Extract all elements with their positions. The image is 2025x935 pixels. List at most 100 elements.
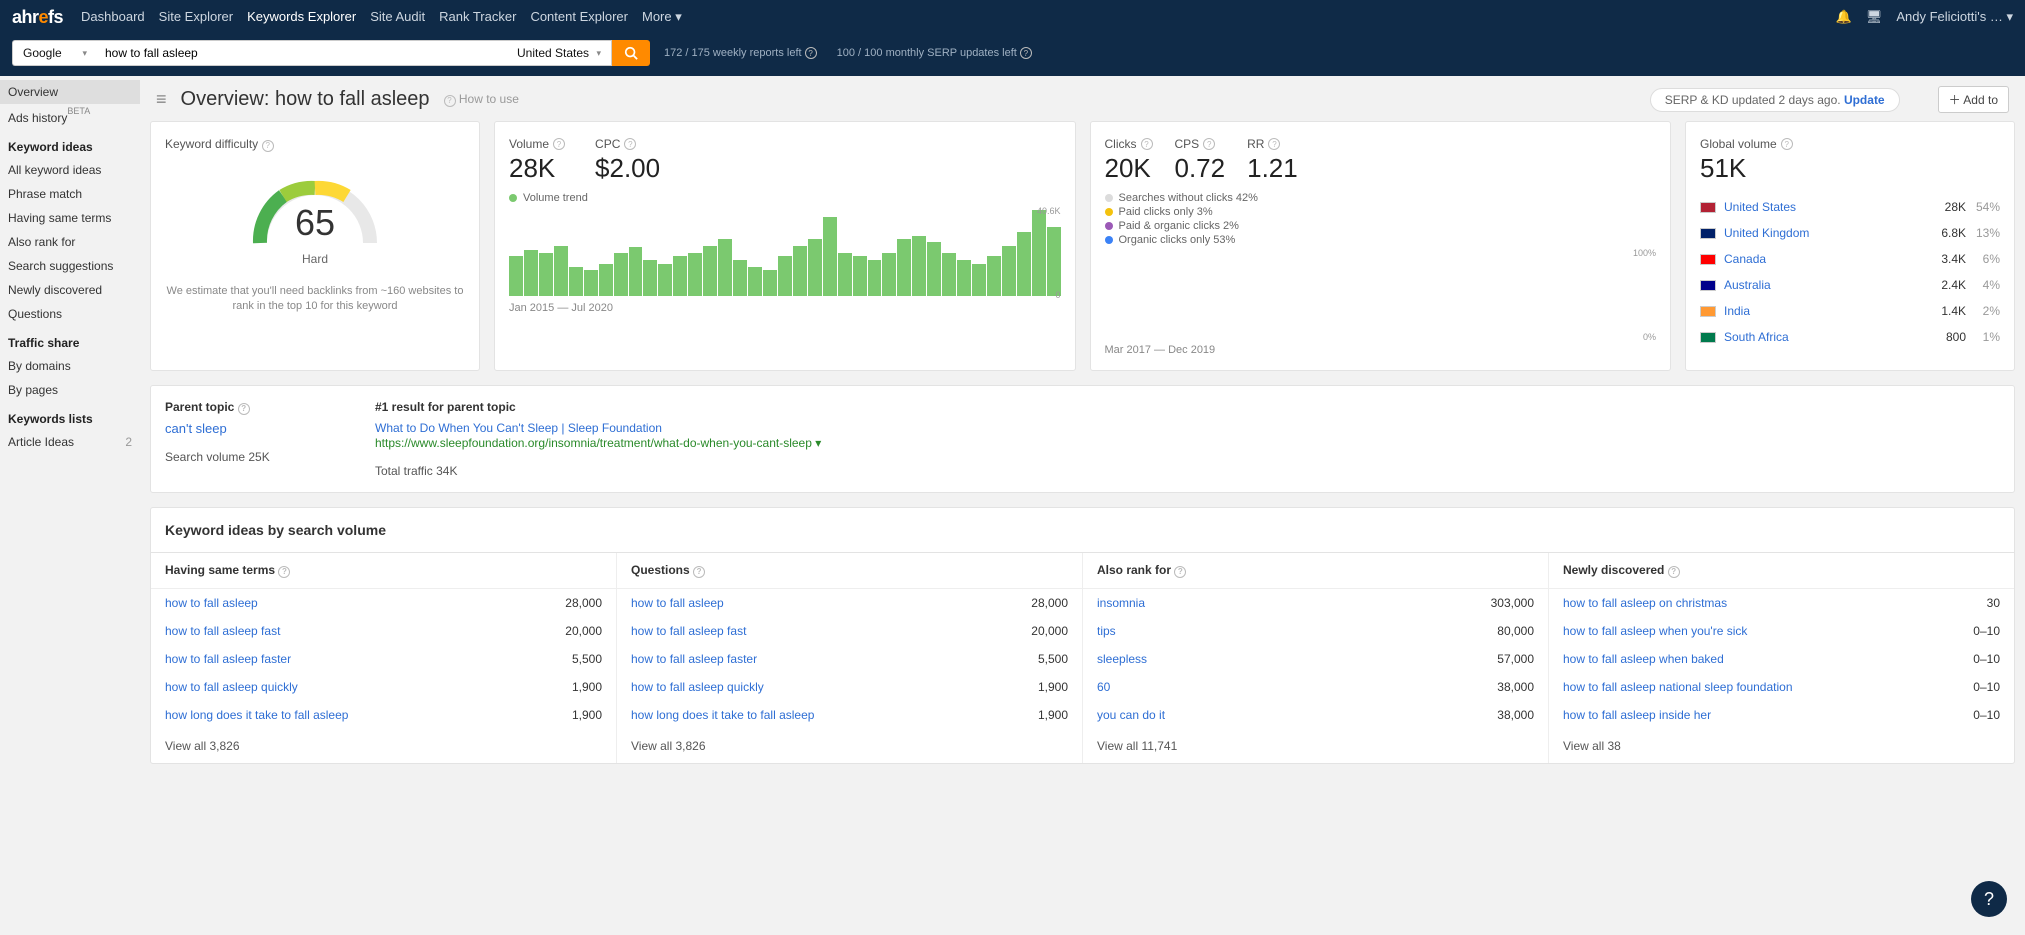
help-fab[interactable]: ? [1971,881,2007,917]
parent-topic-kw[interactable]: can't sleep [165,421,227,436]
gv-rows: United States28K54%United Kingdom6.8K13%… [1700,194,2000,350]
volume-value: 28K [509,153,565,184]
sidebar-newly-discovered[interactable]: Newly discovered [0,278,140,302]
sidebar-keyword-ideas-head: Keyword ideas [0,130,140,158]
sidebar-also-rank[interactable]: Also rank for [0,230,140,254]
idea-row[interactable]: how to fall asleep quickly1,900 [151,673,616,701]
sidebar-ads-history[interactable]: Ads historyBETA [0,104,140,130]
sidebar-all-keyword-ideas[interactable]: All keyword ideas [0,158,140,182]
idea-row[interactable]: how to fall asleep faster5,500 [151,645,616,673]
idea-row[interactable]: how to fall asleep28,000 [151,589,616,617]
sidebar-overview[interactable]: Overview [0,80,140,104]
idea-row[interactable]: how to fall asleep faster5,500 [617,645,1082,673]
engine-select[interactable]: Google▾ [12,40,97,66]
gv-row[interactable]: India1.4K2% [1700,298,2000,324]
clicks-legend: Searches without clicks 42%Paid clicks o… [1105,192,1657,246]
idea-col-hdr: Having same terms ? [151,553,616,589]
sidebar-phrase-match[interactable]: Phrase match [0,182,140,206]
gv-row[interactable]: Canada3.4K6% [1700,246,2000,272]
volume-range: Jan 2015 — Jul 2020 [509,302,1061,314]
idea-view-all[interactable]: View all 3,826 [151,729,616,763]
keyword-input[interactable] [97,40,507,66]
idea-row[interactable]: how long does it take to fall asleep1,90… [151,701,616,729]
idea-row[interactable]: how to fall asleep fast20,000 [151,617,616,645]
sidebar-keyword-lists-head: Keywords lists [0,402,140,430]
nav-more[interactable]: More ▾ [642,9,682,25]
monitor-icon[interactable]: 🖥 [1866,9,1883,25]
add-to-button[interactable]: ＋ Add to [1938,86,2009,113]
help-icon[interactable]: ? [262,140,274,152]
sidebar-by-domains[interactable]: By domains [0,354,140,378]
bell-icon[interactable]: 🔔 [1836,9,1852,25]
help-icon[interactable]: ? [1268,138,1280,150]
user-menu[interactable]: Andy Feliciotti's … ▾ [1896,9,2013,25]
clicks-chart: 100% 0% [1105,252,1657,338]
sidebar-same-terms[interactable]: Having same terms [0,206,140,230]
help-icon[interactable]: ? [1203,138,1215,150]
sidebar-by-pages[interactable]: By pages [0,378,140,402]
nav-rank-tracker[interactable]: Rank Tracker [439,9,516,25]
idea-row[interactable]: how to fall asleep inside her0–10 [1549,701,2014,729]
idea-view-all[interactable]: View all 11,741 [1083,729,1548,763]
nav-links: Dashboard Site Explorer Keywords Explore… [81,9,682,25]
main-content: ≡ Overview: how to fall asleep ? How to … [140,76,2025,784]
logo[interactable]: ahrefs [12,7,63,28]
idea-col: Also rank for ?insomnia303,000tips80,000… [1083,553,1549,763]
search-bar: Google▾ United States▾ 172 / 175 weekly … [0,34,2025,76]
idea-view-all[interactable]: View all 3,826 [617,729,1082,763]
gv-row[interactable]: South Africa8001% [1700,324,2000,350]
gv-row[interactable]: United Kingdom6.8K13% [1700,220,2000,246]
parent-topic-sv: Search volume 25K [165,450,345,464]
nav-site-audit[interactable]: Site Audit [370,9,425,25]
idea-view-all[interactable]: View all 38 [1549,729,2014,763]
help-icon[interactable]: ? [1781,138,1793,150]
clicks-label: Clicks [1105,137,1137,151]
kd-hard: Hard [302,252,328,266]
sidebar-questions[interactable]: Questions [0,302,140,326]
idea-row[interactable]: tips80,000 [1083,617,1548,645]
sidebar-article-ideas[interactable]: Article Ideas2 [0,430,140,454]
nav-site-explorer[interactable]: Site Explorer [159,9,233,25]
idea-row[interactable]: 6038,000 [1083,673,1548,701]
cpc-label: CPC [595,137,620,151]
nav-content-explorer[interactable]: Content Explorer [530,9,628,25]
pt-result-title[interactable]: What to Do When You Can't Sleep | Sleep … [375,421,662,435]
idea-row[interactable]: how to fall asleep national sleep founda… [1549,673,2014,701]
help-icon[interactable]: ? [624,138,636,150]
idea-row[interactable]: insomnia303,000 [1083,589,1548,617]
pt-result-url[interactable]: https://www.sleepfoundation.org/insomnia… [375,436,821,450]
idea-col-hdr: Questions ? [617,553,1082,589]
idea-row[interactable]: how to fall asleep quickly1,900 [617,673,1082,701]
sidebar-traffic-share-head: Traffic share [0,326,140,354]
nav-dashboard[interactable]: Dashboard [81,9,145,25]
global-volume-card: Global volume ? 51K United States28K54%U… [1685,121,2015,371]
idea-row[interactable]: how to fall asleep fast20,000 [617,617,1082,645]
idea-row[interactable]: how to fall asleep when baked0–10 [1549,645,2014,673]
how-to-use[interactable]: ? How to use [444,92,519,107]
parent-topic-label: Parent topic [165,400,234,414]
help-icon[interactable]: ? [1141,138,1153,150]
kd-gauge: 65 [245,168,385,248]
update-link[interactable]: Update [1844,93,1885,107]
idea-col-hdr: Also rank for ? [1083,553,1548,589]
idea-row[interactable]: you can do it38,000 [1083,701,1548,729]
idea-row[interactable]: sleepless57,000 [1083,645,1548,673]
cpc-value: $2.00 [595,153,660,184]
gv-row[interactable]: United States28K54% [1700,194,2000,220]
help-icon[interactable]: ? [553,138,565,150]
country-select[interactable]: United States▾ [507,40,612,66]
pt-total-traffic: Total traffic 34K [375,464,821,478]
pt-result-hdr: #1 result for parent topic [375,400,821,414]
sidebar-search-suggestions[interactable]: Search suggestions [0,254,140,278]
help-icon[interactable]: ? [238,403,250,415]
idea-row[interactable]: how long does it take to fall asleep1,90… [617,701,1082,729]
parent-topic-card: Parent topic ? can't sleep Search volume… [150,385,2015,493]
idea-row[interactable]: how to fall asleep28,000 [617,589,1082,617]
search-button[interactable] [612,40,650,66]
hamburger-icon[interactable]: ≡ [156,89,167,110]
gv-row[interactable]: Australia2.4K4% [1700,272,2000,298]
idea-row[interactable]: how to fall asleep on christmas30 [1549,589,2014,617]
nav-keywords-explorer[interactable]: Keywords Explorer [247,9,356,25]
volume-card: Volume ?28K CPC ?$2.00 Volume trend 40.6… [494,121,1076,371]
idea-row[interactable]: how to fall asleep when you're sick0–10 [1549,617,2014,645]
